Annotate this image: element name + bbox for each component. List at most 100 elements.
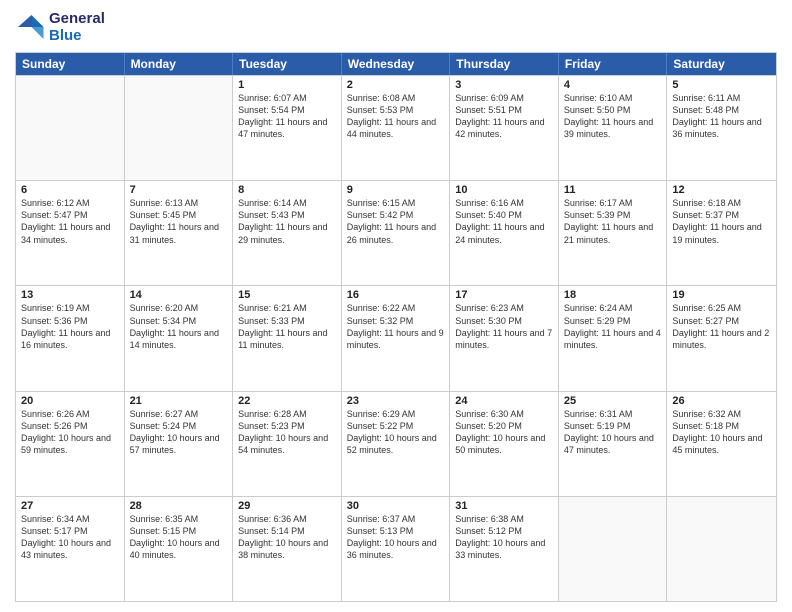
cell-info: Sunrise: 6:14 AM Sunset: 5:43 PM Dayligh…	[238, 197, 336, 246]
day-number: 22	[238, 395, 336, 407]
cell-info: Sunrise: 6:12 AM Sunset: 5:47 PM Dayligh…	[21, 197, 119, 246]
day-number: 28	[130, 500, 228, 512]
day-number: 5	[672, 79, 771, 91]
day-number: 16	[347, 289, 445, 301]
cell-info: Sunrise: 6:26 AM Sunset: 5:26 PM Dayligh…	[21, 408, 119, 457]
cell-info: Sunrise: 6:38 AM Sunset: 5:12 PM Dayligh…	[455, 513, 553, 562]
calendar-cell: 31Sunrise: 6:38 AM Sunset: 5:12 PM Dayli…	[450, 497, 559, 601]
day-number: 7	[130, 184, 228, 196]
day-number: 20	[21, 395, 119, 407]
day-number: 13	[21, 289, 119, 301]
cell-info: Sunrise: 6:31 AM Sunset: 5:19 PM Dayligh…	[564, 408, 662, 457]
day-number: 6	[21, 184, 119, 196]
calendar-cell: 8Sunrise: 6:14 AM Sunset: 5:43 PM Daylig…	[233, 181, 342, 285]
cell-info: Sunrise: 6:09 AM Sunset: 5:51 PM Dayligh…	[455, 92, 553, 141]
logo: General Blue	[15, 10, 105, 44]
cell-info: Sunrise: 6:15 AM Sunset: 5:42 PM Dayligh…	[347, 197, 445, 246]
cell-info: Sunrise: 6:25 AM Sunset: 5:27 PM Dayligh…	[672, 302, 771, 351]
day-number: 19	[672, 289, 771, 301]
cell-info: Sunrise: 6:08 AM Sunset: 5:53 PM Dayligh…	[347, 92, 445, 141]
cell-info: Sunrise: 6:34 AM Sunset: 5:17 PM Dayligh…	[21, 513, 119, 562]
calendar-cell: 20Sunrise: 6:26 AM Sunset: 5:26 PM Dayli…	[16, 392, 125, 496]
header-day-thursday: Thursday	[450, 53, 559, 75]
calendar-cell: 12Sunrise: 6:18 AM Sunset: 5:37 PM Dayli…	[667, 181, 776, 285]
calendar-cell: 23Sunrise: 6:29 AM Sunset: 5:22 PM Dayli…	[342, 392, 451, 496]
calendar-header: SundayMondayTuesdayWednesdayThursdayFrid…	[16, 53, 776, 75]
calendar-cell: 16Sunrise: 6:22 AM Sunset: 5:32 PM Dayli…	[342, 286, 451, 390]
day-number: 30	[347, 500, 445, 512]
day-number: 14	[130, 289, 228, 301]
cell-info: Sunrise: 6:23 AM Sunset: 5:30 PM Dayligh…	[455, 302, 553, 351]
cell-info: Sunrise: 6:27 AM Sunset: 5:24 PM Dayligh…	[130, 408, 228, 457]
header-day-sunday: Sunday	[16, 53, 125, 75]
header-day-monday: Monday	[125, 53, 234, 75]
header: General Blue	[15, 10, 777, 44]
logo-icon	[15, 12, 45, 42]
calendar-cell: 19Sunrise: 6:25 AM Sunset: 5:27 PM Dayli…	[667, 286, 776, 390]
calendar-cell: 29Sunrise: 6:36 AM Sunset: 5:14 PM Dayli…	[233, 497, 342, 601]
day-number: 17	[455, 289, 553, 301]
day-number: 23	[347, 395, 445, 407]
day-number: 24	[455, 395, 553, 407]
cell-info: Sunrise: 6:36 AM Sunset: 5:14 PM Dayligh…	[238, 513, 336, 562]
calendar-cell: 14Sunrise: 6:20 AM Sunset: 5:34 PM Dayli…	[125, 286, 234, 390]
calendar-cell: 25Sunrise: 6:31 AM Sunset: 5:19 PM Dayli…	[559, 392, 668, 496]
cell-info: Sunrise: 6:21 AM Sunset: 5:33 PM Dayligh…	[238, 302, 336, 351]
logo-text: General Blue	[49, 10, 105, 44]
header-day-tuesday: Tuesday	[233, 53, 342, 75]
calendar-cell: 7Sunrise: 6:13 AM Sunset: 5:45 PM Daylig…	[125, 181, 234, 285]
calendar-body: 1Sunrise: 6:07 AM Sunset: 5:54 PM Daylig…	[16, 75, 776, 601]
cell-info: Sunrise: 6:35 AM Sunset: 5:15 PM Dayligh…	[130, 513, 228, 562]
calendar-cell: 3Sunrise: 6:09 AM Sunset: 5:51 PM Daylig…	[450, 76, 559, 180]
calendar-cell: 17Sunrise: 6:23 AM Sunset: 5:30 PM Dayli…	[450, 286, 559, 390]
calendar-cell: 18Sunrise: 6:24 AM Sunset: 5:29 PM Dayli…	[559, 286, 668, 390]
header-day-saturday: Saturday	[667, 53, 776, 75]
cell-info: Sunrise: 6:30 AM Sunset: 5:20 PM Dayligh…	[455, 408, 553, 457]
day-number: 12	[672, 184, 771, 196]
day-number: 27	[21, 500, 119, 512]
day-number: 15	[238, 289, 336, 301]
day-number: 18	[564, 289, 662, 301]
cell-info: Sunrise: 6:11 AM Sunset: 5:48 PM Dayligh…	[672, 92, 771, 141]
calendar-cell: 11Sunrise: 6:17 AM Sunset: 5:39 PM Dayli…	[559, 181, 668, 285]
day-number: 25	[564, 395, 662, 407]
cell-info: Sunrise: 6:22 AM Sunset: 5:32 PM Dayligh…	[347, 302, 445, 351]
calendar-cell: 9Sunrise: 6:15 AM Sunset: 5:42 PM Daylig…	[342, 181, 451, 285]
cell-info: Sunrise: 6:19 AM Sunset: 5:36 PM Dayligh…	[21, 302, 119, 351]
cell-info: Sunrise: 6:10 AM Sunset: 5:50 PM Dayligh…	[564, 92, 662, 141]
cell-info: Sunrise: 6:29 AM Sunset: 5:22 PM Dayligh…	[347, 408, 445, 457]
day-number: 4	[564, 79, 662, 91]
calendar-row-0: 1Sunrise: 6:07 AM Sunset: 5:54 PM Daylig…	[16, 75, 776, 180]
day-number: 10	[455, 184, 553, 196]
calendar-cell: 13Sunrise: 6:19 AM Sunset: 5:36 PM Dayli…	[16, 286, 125, 390]
calendar-cell: 2Sunrise: 6:08 AM Sunset: 5:53 PM Daylig…	[342, 76, 451, 180]
cell-info: Sunrise: 6:17 AM Sunset: 5:39 PM Dayligh…	[564, 197, 662, 246]
calendar-cell: 1Sunrise: 6:07 AM Sunset: 5:54 PM Daylig…	[233, 76, 342, 180]
calendar-cell	[125, 76, 234, 180]
calendar: SundayMondayTuesdayWednesdayThursdayFrid…	[15, 52, 777, 602]
cell-info: Sunrise: 6:24 AM Sunset: 5:29 PM Dayligh…	[564, 302, 662, 351]
calendar-cell: 21Sunrise: 6:27 AM Sunset: 5:24 PM Dayli…	[125, 392, 234, 496]
day-number: 3	[455, 79, 553, 91]
day-number: 2	[347, 79, 445, 91]
calendar-cell: 28Sunrise: 6:35 AM Sunset: 5:15 PM Dayli…	[125, 497, 234, 601]
day-number: 29	[238, 500, 336, 512]
calendar-cell: 27Sunrise: 6:34 AM Sunset: 5:17 PM Dayli…	[16, 497, 125, 601]
calendar-cell: 10Sunrise: 6:16 AM Sunset: 5:40 PM Dayli…	[450, 181, 559, 285]
calendar-cell: 26Sunrise: 6:32 AM Sunset: 5:18 PM Dayli…	[667, 392, 776, 496]
day-number: 11	[564, 184, 662, 196]
calendar-cell: 15Sunrise: 6:21 AM Sunset: 5:33 PM Dayli…	[233, 286, 342, 390]
calendar-row-3: 20Sunrise: 6:26 AM Sunset: 5:26 PM Dayli…	[16, 391, 776, 496]
day-number: 8	[238, 184, 336, 196]
cell-info: Sunrise: 6:18 AM Sunset: 5:37 PM Dayligh…	[672, 197, 771, 246]
calendar-cell	[667, 497, 776, 601]
cell-info: Sunrise: 6:13 AM Sunset: 5:45 PM Dayligh…	[130, 197, 228, 246]
cell-info: Sunrise: 6:32 AM Sunset: 5:18 PM Dayligh…	[672, 408, 771, 457]
cell-info: Sunrise: 6:20 AM Sunset: 5:34 PM Dayligh…	[130, 302, 228, 351]
header-day-wednesday: Wednesday	[342, 53, 451, 75]
page: General Blue SundayMondayTuesdayWednesda…	[0, 0, 792, 612]
cell-info: Sunrise: 6:37 AM Sunset: 5:13 PM Dayligh…	[347, 513, 445, 562]
day-number: 31	[455, 500, 553, 512]
calendar-cell	[559, 497, 668, 601]
day-number: 26	[672, 395, 771, 407]
